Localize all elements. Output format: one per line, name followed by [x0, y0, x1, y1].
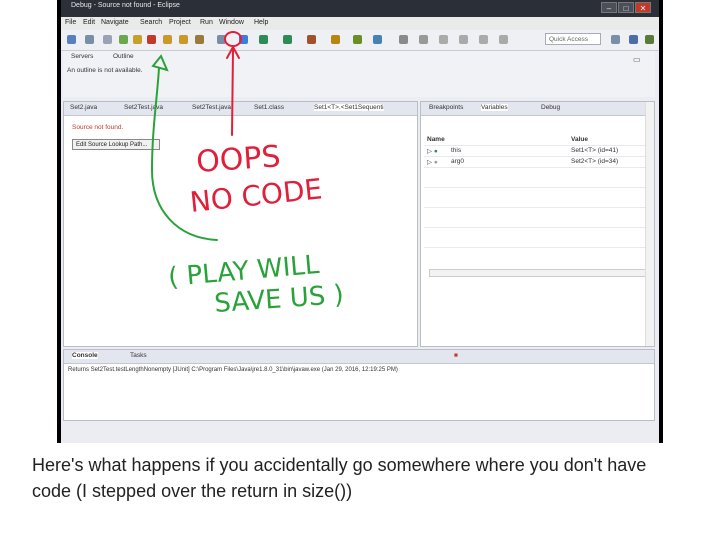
red-annotation [224, 31, 242, 136]
circled-step-over-icon [224, 31, 242, 47]
annotation-no-code: NO CODE [188, 172, 323, 219]
red-arrow-line [231, 49, 234, 136]
slide-caption: Here's what happens if you accidentally … [32, 455, 647, 501]
screenshot-frame: Debug - Source not found - Eclipse – □ ✕… [57, 0, 663, 443]
green-arrow-head [151, 54, 169, 72]
handwritten-annotation: OOPS NO CODE ( PLAY WILL SAVE US ) [150, 31, 345, 319]
annotation-oops: OOPS [195, 139, 282, 180]
